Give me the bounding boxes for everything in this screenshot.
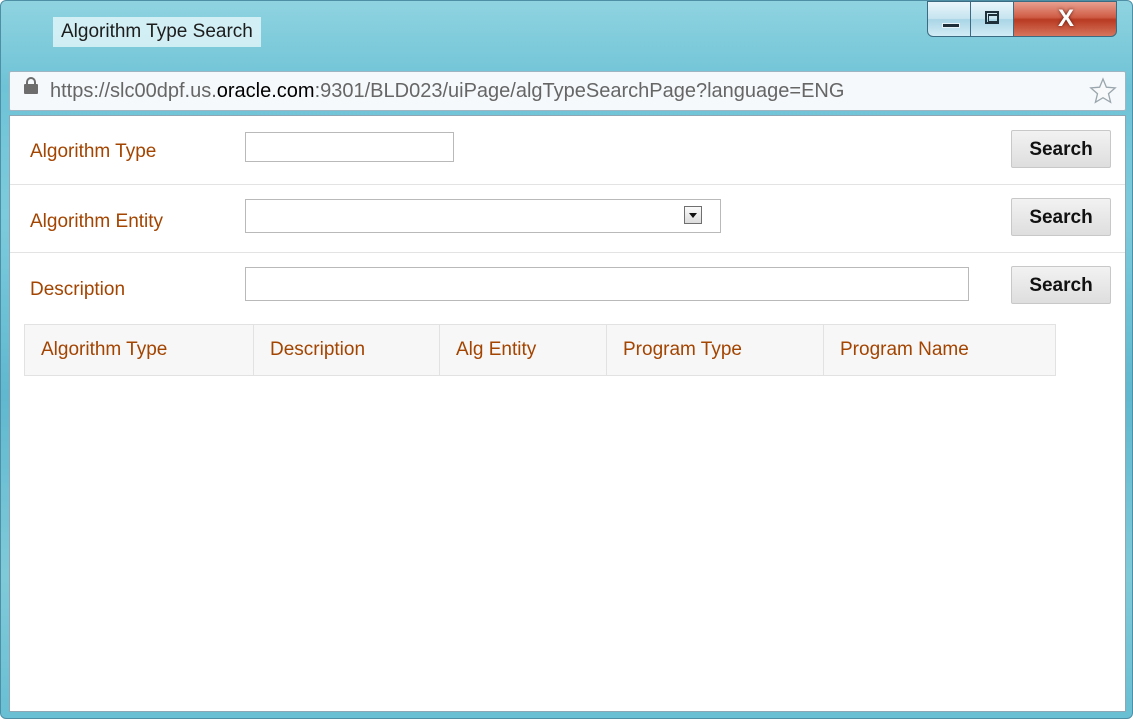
maximize-icon (985, 11, 999, 24)
bookmark-star-icon[interactable] (1089, 77, 1117, 105)
minimize-icon (942, 23, 960, 28)
column-header-description[interactable]: Description (254, 325, 440, 375)
results-table-header: Algorithm Type Description Alg Entity Pr… (24, 324, 1056, 376)
window-title: Algorithm Type Search (53, 17, 261, 47)
url-domain: oracle.com (216, 80, 315, 102)
algorithm-type-row: Algorithm Type Search (10, 116, 1125, 185)
column-header-program-type[interactable]: Program Type (607, 325, 824, 375)
dropdown-arrow-icon[interactable] (684, 206, 702, 224)
url-text[interactable]: https://slc00dpf.us.oracle.com:9301/BLD0… (50, 78, 844, 104)
search-content: Algorithm Type Search Algorithm Entity S… (9, 115, 1126, 712)
description-row: Description Search (10, 252, 1125, 320)
description-input[interactable] (245, 267, 969, 301)
address-bar[interactable]: https://slc00dpf.us.oracle.com:9301/BLD0… (9, 71, 1126, 111)
algorithm-type-search-button[interactable]: Search (1011, 130, 1111, 168)
algorithm-entity-row: Algorithm Entity Search (10, 184, 1125, 253)
dialog-window: Algorithm Type Search X https://slc00dpf… (0, 0, 1133, 719)
column-header-algorithm-type[interactable]: Algorithm Type (25, 325, 254, 375)
algorithm-entity-label: Algorithm Entity (30, 211, 164, 232)
minimize-button[interactable] (927, 1, 971, 37)
title-bar[interactable]: Algorithm Type Search X (1, 1, 1132, 63)
algorithm-type-label: Algorithm Type (30, 141, 157, 162)
results-table-body (24, 376, 1056, 696)
algorithm-type-input[interactable] (245, 132, 454, 162)
url-suffix: :9301/BLD023/uiPage/algTypeSearchPage?la… (314, 80, 845, 102)
lock-icon (24, 77, 38, 94)
algorithm-entity-search-button[interactable]: Search (1011, 198, 1111, 236)
column-header-program-name[interactable]: Program Name (824, 325, 1055, 375)
url-prefix: https://slc00dpf.us. (50, 80, 217, 102)
close-icon: X (1057, 5, 1074, 32)
algorithm-entity-select[interactable] (245, 199, 721, 233)
column-header-alg-entity[interactable]: Alg Entity (440, 325, 607, 375)
description-label: Description (30, 279, 126, 300)
close-button[interactable]: X (1013, 1, 1117, 37)
maximize-button[interactable] (970, 1, 1014, 37)
description-search-button[interactable]: Search (1011, 266, 1111, 304)
